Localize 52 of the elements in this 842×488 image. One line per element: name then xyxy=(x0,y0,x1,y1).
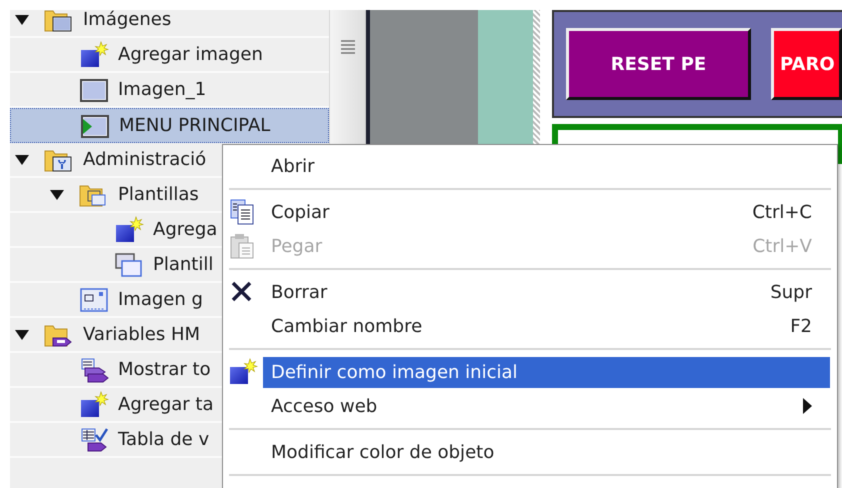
tree-item-label: Plantill xyxy=(153,253,214,277)
tree-item[interactable]: Imagen g xyxy=(10,283,222,318)
tree-item-label: Agrega xyxy=(153,218,218,242)
tree-item[interactable]: Tabla de v xyxy=(10,423,222,458)
menu-item[interactable]: Cambiar nombre F2 xyxy=(263,310,830,342)
tree-item-label: Imágenes xyxy=(83,10,172,32)
expanded-arrow-icon xyxy=(15,154,29,166)
tree-item[interactable]: Agregar ta xyxy=(10,388,222,423)
tree-item-label: Plantillas xyxy=(118,183,199,207)
menu-item[interactable]: Modificar color de objeto xyxy=(263,436,830,468)
tree-item-label: Tabla de v xyxy=(118,428,210,452)
expanded-arrow-icon xyxy=(15,14,29,26)
shortcut-label: Supr xyxy=(770,280,812,304)
tree-item-label: Imagen g xyxy=(118,288,203,312)
menu-item[interactable]: Borrar Supr xyxy=(263,276,830,308)
tree-item-label: MENU PRINCIPAL xyxy=(119,114,270,138)
add-icon xyxy=(79,40,109,68)
tag-table-icon xyxy=(79,426,109,454)
tree-item[interactable]: Variables HM xyxy=(10,318,222,353)
grip-icon xyxy=(340,40,356,54)
menu-item[interactable]: Copiar Ctrl+C xyxy=(263,196,830,228)
tree-item-label: Agregar imagen xyxy=(118,43,263,67)
tree-item[interactable]: Agrega xyxy=(10,213,222,248)
menu-item[interactable]: Definir como imagen inicial xyxy=(263,356,830,388)
tree-item[interactable]: Mostrar to xyxy=(10,353,222,388)
tags-icon xyxy=(79,356,109,384)
global-screen-icon xyxy=(79,286,109,314)
expanded-arrow-icon xyxy=(50,188,64,200)
tree-item[interactable]: Plantill xyxy=(10,248,222,283)
hmi-button[interactable]: RESET PE xyxy=(566,28,751,100)
shortcut-label: F2 xyxy=(790,314,812,338)
tree-item[interactable]: Agregar imagen xyxy=(10,38,329,73)
tree-item-label: Variables HM xyxy=(83,323,200,347)
add-icon xyxy=(79,390,109,418)
menu-item[interactable]: Abrir xyxy=(263,150,830,182)
tree-item-label: Agregar ta xyxy=(118,393,214,417)
tree-item[interactable]: Imágenes xyxy=(10,10,329,38)
tree-item-label: Administració xyxy=(83,148,206,172)
menu-item[interactable]: Acceso web xyxy=(263,390,830,422)
shortcut-label: Ctrl+V xyxy=(752,234,812,258)
tree-item[interactable]: MENU PRINCIPAL xyxy=(10,108,329,143)
tree-item[interactable]: Administració xyxy=(10,143,222,178)
add-icon xyxy=(228,358,258,386)
shortcut-label: Ctrl+C xyxy=(752,200,812,224)
hmi-button[interactable]: PARO xyxy=(771,28,842,100)
add-icon xyxy=(114,216,144,244)
folder-icon xyxy=(44,10,74,34)
template-icon xyxy=(114,250,144,278)
expanded-arrow-icon xyxy=(15,328,29,340)
tree-item-label: Imagen_1 xyxy=(118,78,206,102)
tree-item-label: Mostrar to xyxy=(118,358,211,382)
tree-item[interactable]: Plantillas xyxy=(10,178,222,213)
